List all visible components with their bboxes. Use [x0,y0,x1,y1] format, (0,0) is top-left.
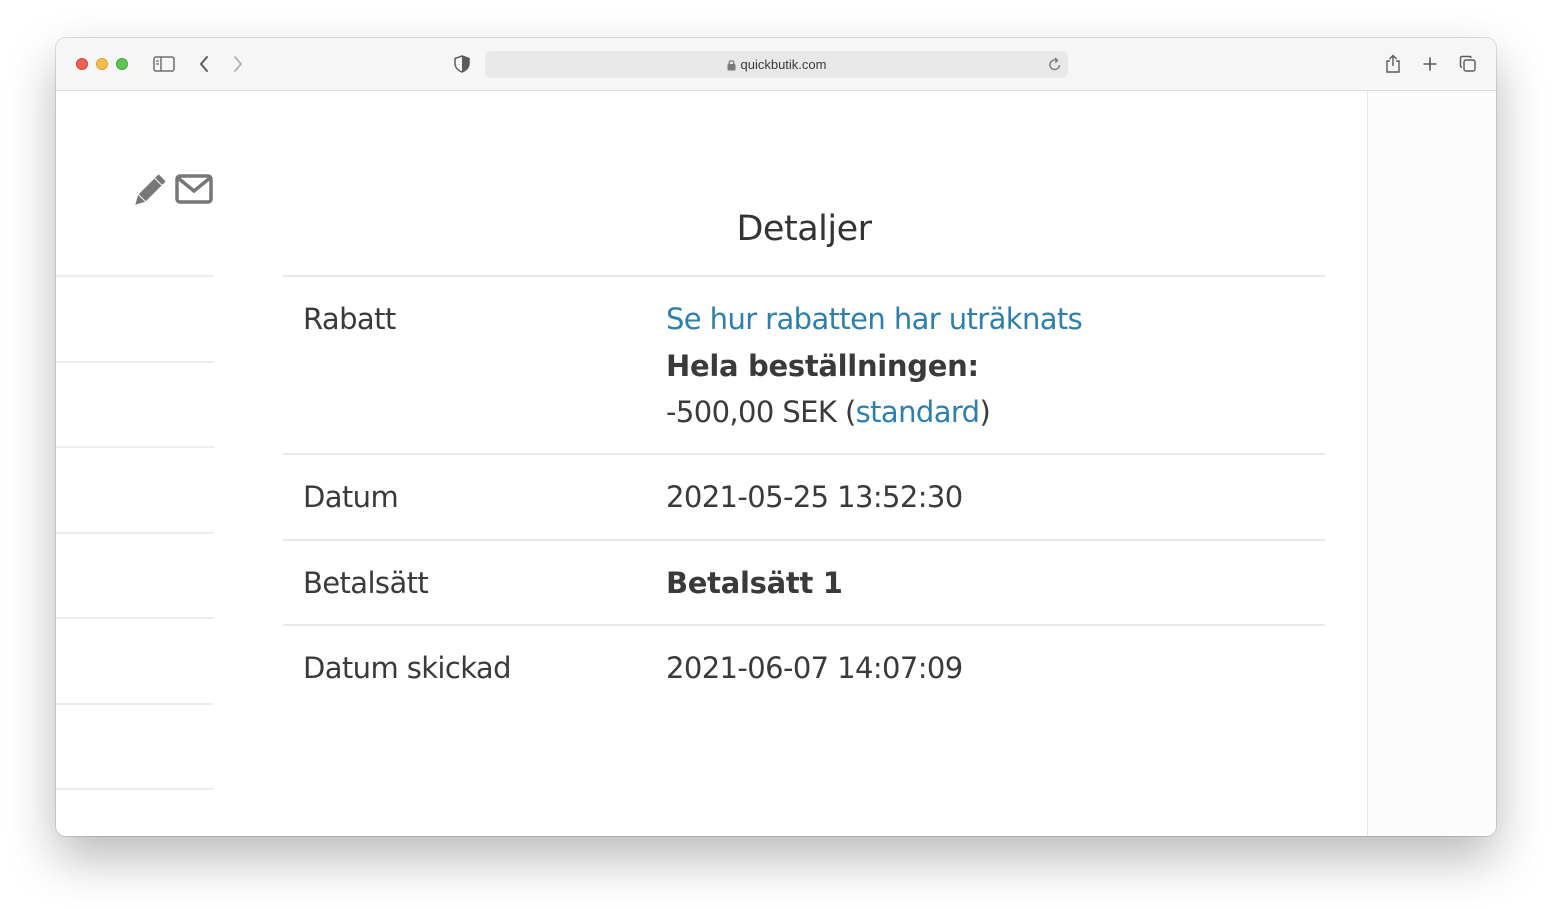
sidebar-toggle-icon[interactable] [152,52,176,76]
close-window-button[interactable] [76,58,88,70]
date-value: 2021-05-25 13:52:30 [666,480,963,514]
divider [56,788,214,790]
pencil-icon[interactable] [129,173,167,215]
envelope-icon[interactable] [175,173,213,215]
divider [283,539,1325,541]
close-paren: ) [979,395,991,429]
url-text: quickbutik.com [740,57,827,72]
divider [283,453,1325,455]
right-panel [1368,91,1496,836]
divider [56,617,214,619]
minimize-window-button[interactable] [96,58,108,70]
address-bar[interactable]: quickbutik.com [485,51,1068,78]
discount-calculation-link[interactable]: Se hur rabatten har uträknats [666,302,1083,336]
discount-label: Rabatt [303,302,396,336]
shipped-date-value: 2021-06-07 14:07:09 [666,651,963,685]
order-actions [129,173,213,215]
forward-icon[interactable] [226,52,250,76]
back-icon[interactable] [192,52,216,76]
privacy-shield-icon[interactable] [450,52,474,76]
divider [56,361,214,363]
page-title: Detaljer [736,209,872,249]
discount-amount: -500,00 SEK [666,395,837,429]
discount-scope: Hela beställningen: [666,349,979,383]
discount-code-link[interactable]: standard [856,395,980,429]
lock-icon [727,59,735,70]
date-label: Datum [303,480,399,514]
discount-amount-line: -500,00 SEK (standard) [666,395,991,429]
new-tab-icon[interactable] [1418,52,1442,76]
divider [56,532,214,534]
shipped-date-label: Datum skickad [303,651,511,685]
browser-window: quickbutik.com Detaljer Rabatt Se hur ra… [56,38,1496,836]
page-content: Detaljer Rabatt Se hur rabatten har uträ… [56,91,1496,836]
tab-overview-icon[interactable] [1456,52,1480,76]
zoom-window-button[interactable] [116,58,128,70]
divider [56,275,214,277]
divider [56,446,214,448]
reload-icon[interactable] [1048,56,1062,76]
payment-method-value: Betalsätt 1 [666,566,843,600]
divider [56,703,214,705]
payment-method-label: Betalsätt [303,566,429,600]
divider [283,275,1325,277]
divider [283,624,1325,626]
open-paren: ( [844,395,856,429]
share-icon[interactable] [1381,52,1405,76]
browser-toolbar: quickbutik.com [56,38,1496,91]
